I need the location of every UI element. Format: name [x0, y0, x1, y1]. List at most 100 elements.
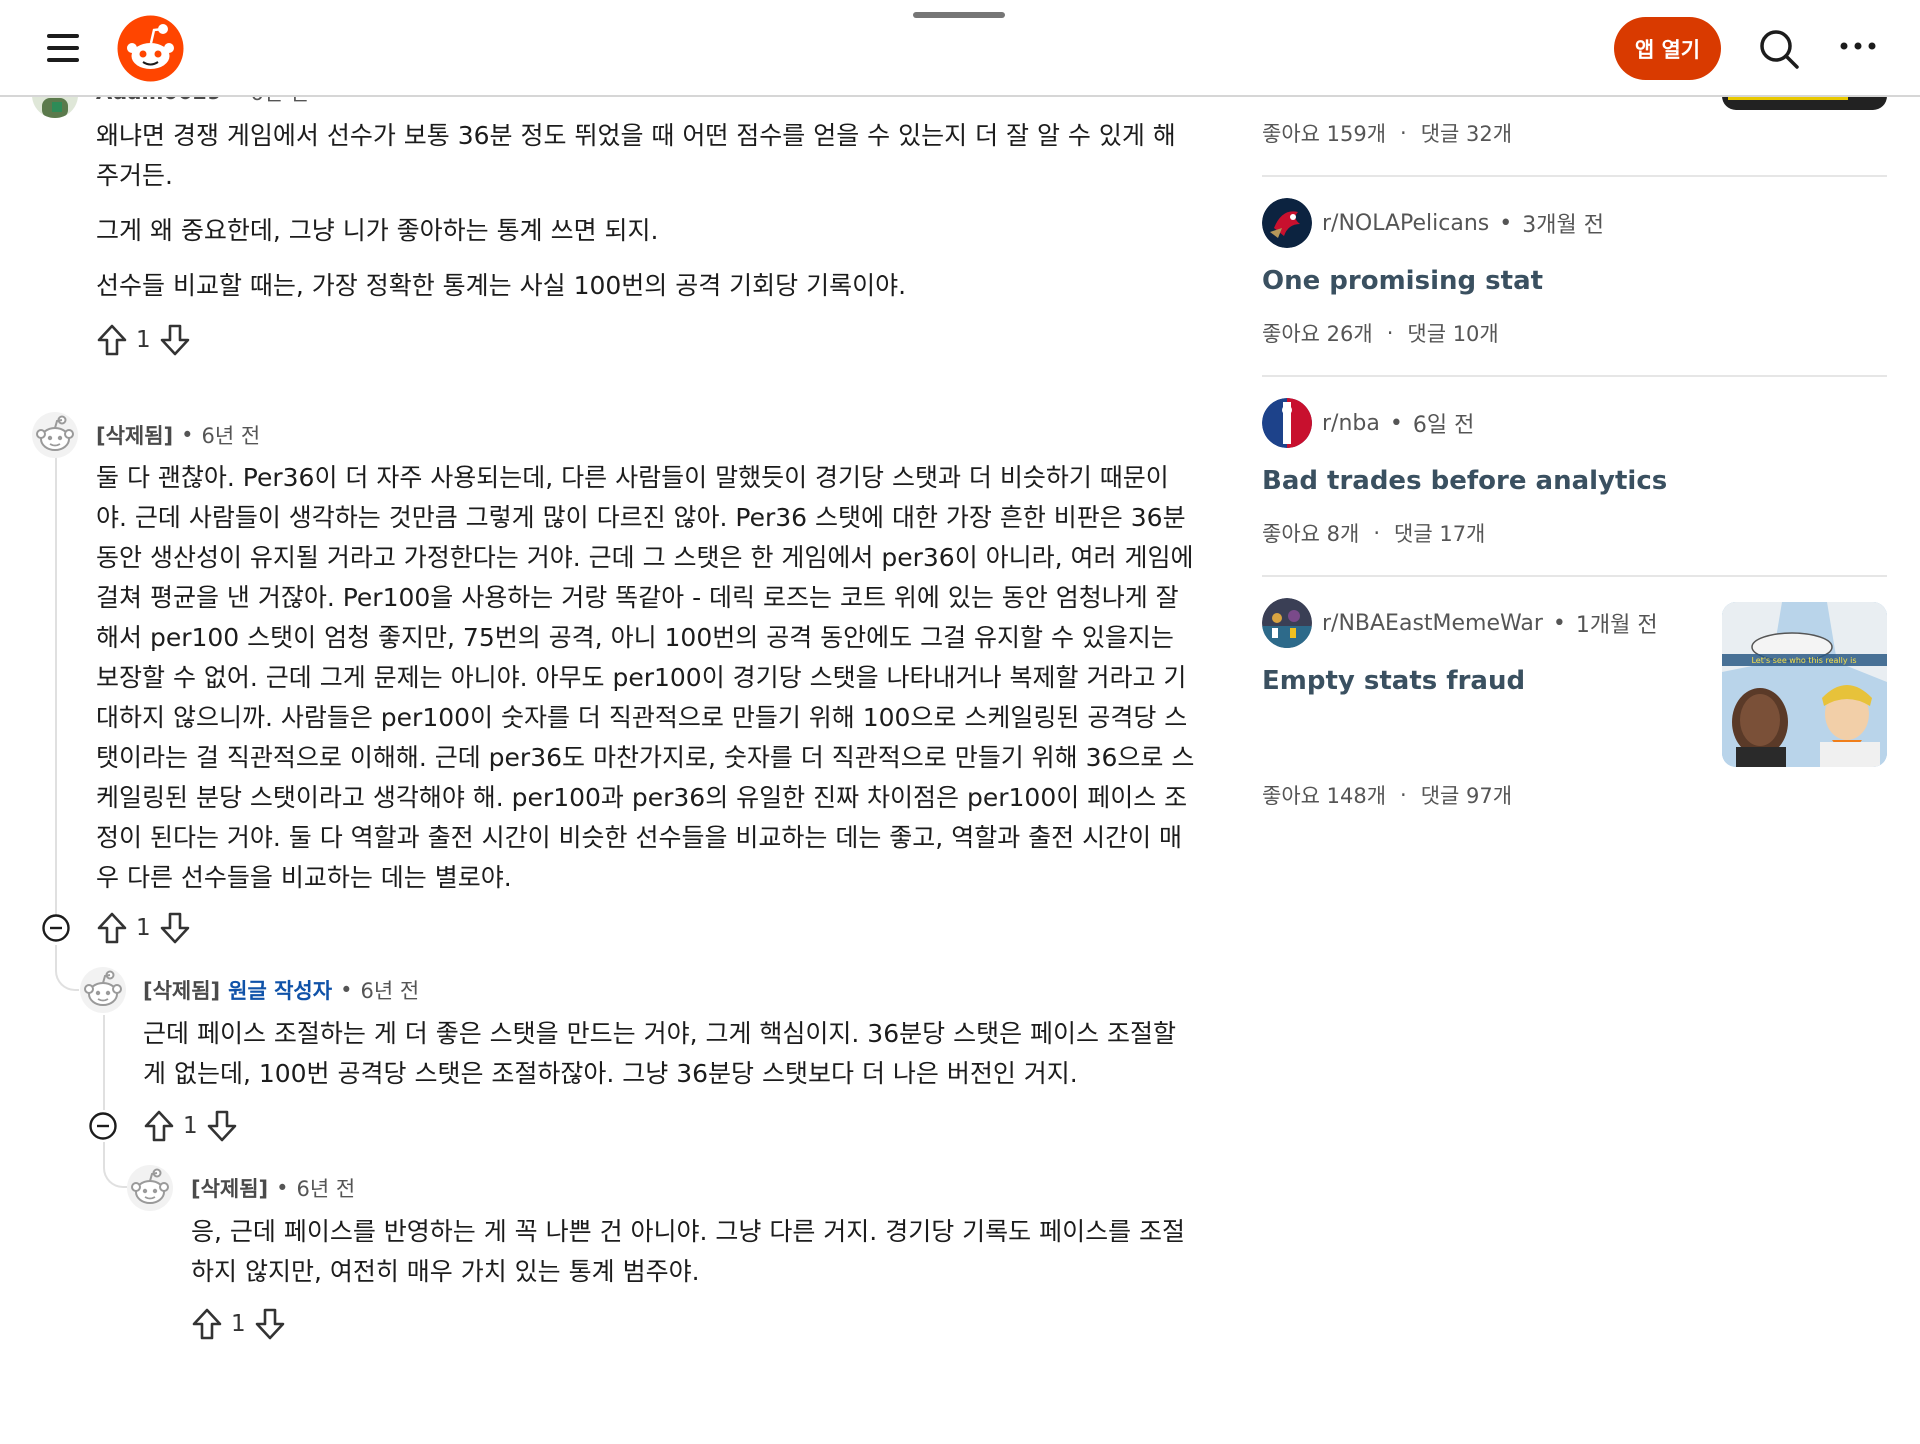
collapse-icon[interactable] — [88, 1111, 118, 1141]
op-badge: 원글 작성자 — [228, 979, 333, 1003]
reddit-logo[interactable] — [117, 15, 184, 82]
comment-author[interactable]: [삭제됨] — [143, 975, 220, 1005]
comment-paragraph: 왜냐면 경쟁 게임에서 선수가 보통 36분 정도 뛰었을 때 어떤 점수를 얻… — [96, 121, 1176, 190]
comment-body: 둘 다 괜찮아. Per36이 더 자주 사용되는데, 다른 사람들이 말했듯이… — [96, 458, 1196, 913]
comment-meta: [삭제됨] • 6년 전 — [96, 418, 260, 452]
related-posts-sidebar: 좋아요 159개 · 댓글 32개 r/NOLAPelicans • 3개월 전… — [1262, 0, 1888, 900]
thumbnail-caption: Let's see who this really is — [1751, 656, 1856, 665]
drag-handle[interactable] — [913, 12, 1005, 18]
separator-dot: • — [181, 423, 194, 447]
snoo-avatar-icon — [36, 415, 74, 451]
comment-body: 응, 근데 페이스를 반영하는 게 꼭 나쁜 건 아니야. 그냥 다른 거지. … — [191, 1212, 1191, 1307]
separator-dot: · — [1400, 783, 1407, 807]
post-time: 1개월 전 — [1575, 613, 1658, 638]
separator-dot: · — [1373, 521, 1381, 545]
subreddit-icon[interactable] — [1262, 198, 1312, 248]
vote-bar: 1 — [96, 320, 191, 360]
post-meta: r/NOLAPelicans • 3개월 전 — [1262, 198, 1604, 248]
comment-thread: Adam0029 • 6년 전 왜냐면 경쟁 게임에서 선수가 보통 36분 정… — [0, 0, 1210, 1444]
post-comment-count: 댓글 32개 — [1420, 122, 1513, 146]
separator-dot: · — [1400, 121, 1407, 145]
avatar[interactable] — [32, 412, 78, 458]
post-likes: 좋아요 26개 — [1262, 322, 1373, 346]
downvote-icon[interactable] — [206, 1109, 238, 1143]
vote-score: 1 — [231, 1311, 246, 1337]
thread-line — [103, 1142, 105, 1160]
post-meta: r/nba • 6일 전 — [1262, 398, 1474, 448]
divider — [1262, 575, 1887, 577]
snoo-avatar-icon — [84, 970, 122, 1006]
post-stats: 좋아요 26개 · 댓글 10개 — [1262, 318, 1499, 348]
downvote-icon[interactable] — [254, 1307, 286, 1341]
post-time: 6일 전 — [1412, 413, 1475, 438]
comment-time: 6년 전 — [360, 979, 420, 1003]
separator-dot: • — [340, 978, 353, 1002]
comment-meta: [삭제됨] • 6년 전 — [191, 1171, 355, 1205]
thread-curve — [55, 963, 79, 991]
subreddit-icon[interactable] — [1262, 398, 1312, 448]
vote-bar: 1 — [96, 908, 191, 948]
subreddit-name[interactable]: r/nba — [1322, 411, 1380, 436]
post-meta: r/NBAEastMemeWar • 1개월 전 — [1262, 598, 1658, 648]
more-icon[interactable] — [1838, 36, 1878, 56]
upvote-icon[interactable] — [143, 1109, 175, 1143]
subreddit-name[interactable]: r/NBAEastMemeWar — [1322, 611, 1543, 636]
divider — [1262, 375, 1887, 377]
avatar[interactable] — [127, 1165, 173, 1211]
post-title[interactable]: Empty stats fraud — [1262, 666, 1525, 696]
post-stats: 좋아요 148개 · 댓글 97개 — [1262, 780, 1512, 810]
post-time: 3개월 전 — [1522, 213, 1604, 238]
collapse-icon[interactable] — [41, 913, 71, 943]
subreddit-icon[interactable] — [1262, 598, 1312, 648]
separator-dot: · — [1386, 321, 1394, 345]
comment-time: 6년 전 — [201, 424, 261, 448]
comment-body: 왜냐면 경쟁 게임에서 선수가 보통 36분 정도 뛰었을 때 어떤 점수를 얻… — [96, 116, 1196, 321]
thread-line — [55, 455, 57, 915]
thread-curve — [103, 1160, 127, 1188]
post-likes: 좋아요 148개 — [1262, 784, 1387, 808]
downvote-icon[interactable] — [159, 911, 191, 945]
separator-dot: • — [1499, 210, 1513, 236]
comment-paragraph: 선수들 비교할 때는, 가장 정확한 통계는 사실 100번의 공격 기회당 기… — [96, 271, 907, 300]
vote-bar: 1 — [143, 1106, 238, 1146]
post-title[interactable]: Bad trades before analytics — [1262, 466, 1667, 496]
post-comment-count: 댓글 10개 — [1407, 322, 1499, 346]
comment-paragraph: 응, 근데 페이스를 반영하는 게 꼭 나쁜 건 아니야. 그냥 다른 거지. … — [191, 1217, 1186, 1286]
open-app-button[interactable]: 앱 열기 — [1614, 17, 1721, 80]
menu-icon[interactable] — [44, 28, 84, 68]
post-stats: 좋아요 159개 · 댓글 32개 — [1262, 118, 1512, 148]
divider — [1262, 175, 1887, 177]
comment-paragraph: 그게 왜 중요한데, 그냥 니가 좋아하는 통계 쓰면 되지. — [96, 216, 659, 245]
meme-thumbnail-image: Let's see who this really is — [1722, 602, 1887, 767]
vote-score: 1 — [136, 915, 151, 941]
upvote-icon[interactable] — [96, 911, 128, 945]
separator-dot: • — [1389, 410, 1403, 436]
post-likes: 좋아요 159개 — [1262, 122, 1387, 146]
comment-author[interactable]: [삭제됨] — [191, 1173, 268, 1203]
subreddit-name[interactable]: r/NOLAPelicans — [1322, 211, 1489, 236]
comment-author[interactable]: [삭제됨] — [96, 420, 173, 450]
post-comment-count: 댓글 97개 — [1420, 784, 1513, 808]
downvote-icon[interactable] — [159, 323, 191, 357]
comment-paragraph: 둘 다 괜찮아. Per36이 더 자주 사용되는데, 다른 사람들이 말했듯이… — [96, 463, 1195, 892]
avatar[interactable] — [80, 967, 126, 1013]
separator-dot: • — [1552, 610, 1566, 636]
vote-score: 1 — [183, 1113, 198, 1139]
thread-line — [103, 1015, 105, 1110]
search-icon[interactable] — [1758, 28, 1800, 70]
comment-paragraph: 근데 페이스 조절하는 게 더 좋은 스탯을 만드는 거야, 그게 핵심이지. … — [143, 1019, 1176, 1088]
post-stats: 좋아요 8개 · 댓글 17개 — [1262, 518, 1485, 548]
vote-score: 1 — [136, 327, 151, 353]
post-likes: 좋아요 8개 — [1262, 522, 1360, 546]
vote-bar: 1 — [191, 1304, 286, 1344]
comment-meta: [삭제됨] 원글 작성자 • 6년 전 — [143, 973, 419, 1007]
post-title[interactable]: One promising stat — [1262, 266, 1543, 296]
upvote-icon[interactable] — [191, 1307, 223, 1341]
upvote-icon[interactable] — [96, 323, 128, 357]
comment-time: 6년 전 — [296, 1177, 356, 1201]
top-app-bar: 앱 열기 — [0, 0, 1920, 97]
post-thumbnail[interactable]: Let's see who this really is — [1722, 602, 1887, 767]
post-comment-count: 댓글 17개 — [1394, 522, 1486, 546]
snoo-avatar-icon — [131, 1168, 169, 1204]
thread-line — [55, 945, 57, 965]
